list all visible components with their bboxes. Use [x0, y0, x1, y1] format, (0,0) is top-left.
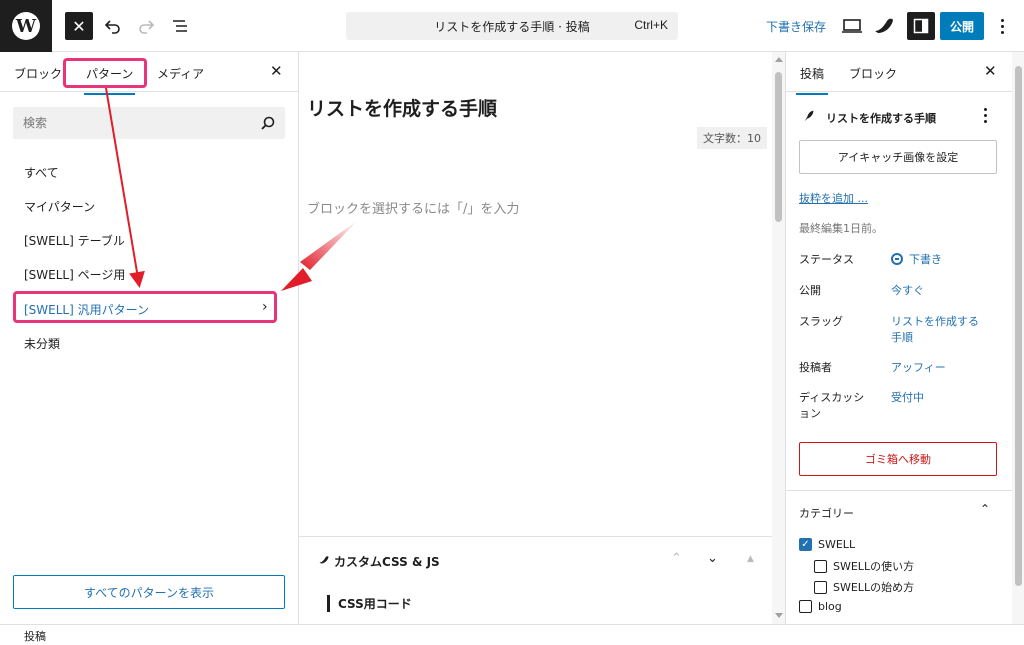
checkbox-checked-icon[interactable]: ✓: [799, 538, 812, 551]
discussion-label: ディスカッション: [799, 391, 865, 420]
divider: [786, 490, 1012, 491]
publish-label: 公開: [799, 284, 821, 297]
discussion-value[interactable]: 受付中: [891, 390, 924, 406]
add-excerpt-link[interactable]: 抜粋を追加 ...: [799, 190, 868, 206]
category-checkbox-swell-start[interactable]: SWELLの始め方: [814, 579, 914, 595]
view-all-patterns-button[interactable]: すべてのパターンを表示: [13, 575, 285, 609]
scroll-thumb[interactable]: [775, 72, 782, 222]
close-inserter-button[interactable]: ✕: [65, 12, 93, 40]
post-actions-icon[interactable]: [982, 108, 988, 123]
word-count-badge: 文字数：10: [697, 127, 767, 149]
block-inserter-panel: ブロック パターン メディア ✕ すべて マイパターン [SWELL] テーブル…: [0, 52, 299, 624]
post-title[interactable]: リストを作成する手順: [307, 94, 497, 121]
settings-sidebar-icon[interactable]: [907, 12, 935, 40]
editor-canvas: リストを作成する手順 文字数：10 ブロックを選択するには「/」を入力 カスタム…: [299, 52, 773, 624]
wordpress-logo[interactable]: W: [0, 0, 52, 52]
category-checkbox-swell-usage[interactable]: SWELLの使い方: [814, 558, 914, 574]
category-my-patterns[interactable]: マイパターン: [24, 198, 95, 215]
draft-status-icon: [891, 253, 903, 265]
more-options-icon[interactable]: [992, 14, 1012, 38]
status-label: ステータス: [799, 253, 854, 266]
category-all[interactable]: すべて: [24, 164, 59, 181]
scroll-up-arrow[interactable]: [775, 57, 783, 62]
checkbox-icon[interactable]: [814, 559, 827, 573]
tab-blocks[interactable]: ブロック: [14, 65, 62, 82]
tab-post[interactable]: 投稿: [795, 65, 829, 95]
custom-css-js-metabox: カスタムCSS & JS ⌃ ⌄ ▲ CSS用コード: [299, 536, 773, 624]
publish-button[interactable]: 公開: [940, 12, 984, 40]
category-checkbox-swell[interactable]: ✓ SWELL: [799, 538, 855, 551]
checkbox-icon[interactable]: [814, 580, 827, 594]
undo-icon[interactable]: [99, 12, 127, 40]
patterns-tab-highlight: [63, 58, 147, 88]
post-summary-title: リストを作成する手順: [826, 112, 936, 125]
editor-header: W ✕ リストを作成する手順 · 投稿 Ctrl+K 下書き保存 公開: [0, 0, 1024, 52]
scroll-down-arrow[interactable]: [775, 613, 783, 618]
inserter-tabs: ブロック パターン メディア ✕: [0, 52, 298, 95]
chevron-down-icon[interactable]: ⌄: [707, 551, 718, 566]
chevron-right-icon: ›: [262, 299, 268, 315]
close-icon[interactable]: ✕: [984, 62, 997, 80]
editor-footer: 投稿: [0, 624, 1024, 645]
category-checkbox-blog[interactable]: blog: [799, 600, 842, 613]
category-swell-table[interactable]: [SWELL] テーブル: [24, 232, 125, 249]
block-placeholder[interactable]: ブロックを選択するには「/」を入力: [307, 198, 519, 217]
slug-value[interactable]: リストを作成する 手順: [891, 314, 1001, 346]
slug-label: スラッグ: [799, 315, 843, 328]
swell-icon[interactable]: [872, 14, 896, 38]
save-draft-button[interactable]: 下書き保存: [766, 18, 826, 35]
tab-block[interactable]: ブロック: [849, 65, 897, 82]
breadcrumb[interactable]: 投稿: [24, 628, 46, 644]
document-title: リストを作成する手順 · 投稿: [434, 20, 590, 34]
view-icon[interactable]: [840, 14, 864, 38]
collapse-toggle-icon[interactable]: ▲: [747, 554, 754, 564]
keyboard-shortcut: Ctrl+K: [634, 18, 668, 32]
last-edited-text: 最終編集1日前。: [799, 222, 883, 235]
publish-date-value[interactable]: 今すぐ: [891, 283, 924, 299]
pattern-search-input[interactable]: [13, 107, 285, 139]
search-icon: [261, 116, 275, 130]
author-value[interactable]: アッフィー: [891, 360, 946, 376]
set-featured-image-button[interactable]: アイキャッチ画像を設定: [799, 140, 997, 174]
checkbox-icon[interactable]: [799, 600, 812, 613]
category-swell-page[interactable]: [SWELL] ページ用: [24, 266, 125, 283]
author-label: 投稿者: [799, 361, 832, 374]
category-swell-general[interactable]: [SWELL] 汎用パターン: [24, 301, 149, 318]
post-feather-icon: [804, 110, 814, 122]
chevron-up-icon[interactable]: ⌃: [980, 502, 990, 516]
swell-icon: [319, 556, 329, 564]
settings-sidebar: 投稿 ブロック ✕ リストを作成する手順 アイキャッチ画像を設定 抜粋を追加 .…: [785, 52, 1024, 624]
metabox-title: カスタムCSS & JS: [334, 555, 440, 569]
move-to-trash-button[interactable]: ゴミ箱へ移動: [799, 442, 997, 476]
sidebar-tabs: 投稿 ブロック ✕: [786, 52, 1012, 95]
wordpress-icon: W: [12, 12, 40, 40]
sidebar-scrollbar[interactable]: [1012, 52, 1024, 624]
sidebar-scroll-thumb[interactable]: [1015, 66, 1022, 586]
close-icon[interactable]: ✕: [270, 62, 283, 80]
category-panel-title[interactable]: カテゴリー: [799, 505, 854, 521]
css-code-label: CSS用コード: [327, 595, 412, 612]
tab-media[interactable]: メディア: [157, 65, 204, 82]
category-uncategorized[interactable]: 未分類: [24, 335, 60, 352]
status-value[interactable]: 下書き: [891, 252, 942, 268]
chevron-up-icon[interactable]: ⌃: [671, 551, 682, 566]
canvas-scrollbar[interactable]: [772, 52, 785, 624]
redo-icon[interactable]: [132, 12, 160, 40]
command-palette-bar[interactable]: リストを作成する手順 · 投稿 Ctrl+K: [346, 12, 678, 40]
document-overview-icon[interactable]: [166, 12, 194, 40]
